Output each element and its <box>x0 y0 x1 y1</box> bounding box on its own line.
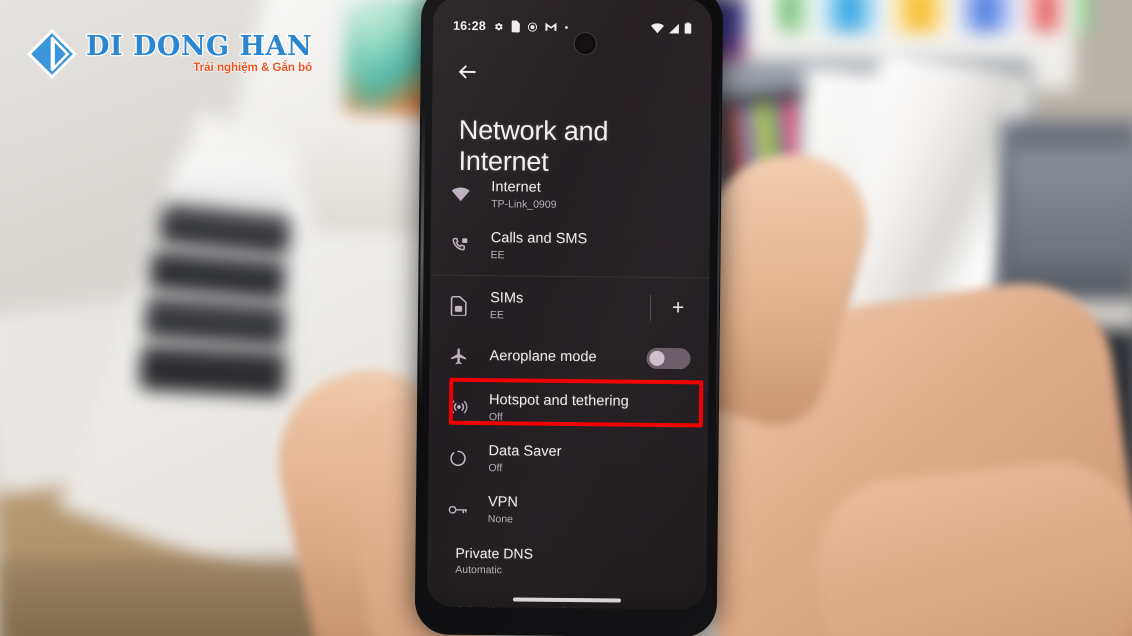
settings-list: Internet TP-Link_0909 Calls and SMS EE S… <box>427 169 711 610</box>
wifi-icon <box>650 22 664 33</box>
list-item-title: Private DNS <box>455 544 534 562</box>
list-item-subtitle: EE <box>489 308 505 321</box>
list-item-subtitle: None <box>487 512 513 525</box>
list-item-sims[interactable]: SIMs EE + <box>430 280 710 334</box>
back-button[interactable] <box>450 55 484 89</box>
list-item-title: VPN <box>487 493 519 510</box>
list-item-text: Private DNS Automatic <box>455 544 688 578</box>
key-icon <box>448 502 488 516</box>
list-item-title: Calls and SMS <box>490 229 588 247</box>
list-item-text: VPN None <box>488 494 689 528</box>
list-item-subtitle: Off <box>488 410 503 423</box>
list-item-text: Hotspot and tethering Off <box>489 392 690 426</box>
watermark-logo: DI DONG HAN Trải nghiệm & Gắn bó <box>26 28 313 80</box>
list-item-hotspot-and-tethering[interactable]: Hotspot and tethering Off <box>429 382 709 436</box>
background-phone-stack-4 <box>138 344 287 397</box>
status-bar-right <box>650 22 692 34</box>
phone-signal-icon <box>451 236 491 255</box>
data-saver-icon <box>448 449 488 468</box>
sim-card-icon <box>511 20 520 33</box>
brand-name: DI DONG HAN <box>85 31 313 63</box>
wifi-icon <box>451 187 491 202</box>
signal-icon <box>668 23 680 34</box>
phone-bezel-highlight-left <box>419 104 426 405</box>
status-bar-clock: 16:28 <box>452 18 487 34</box>
list-item-text: Calls and SMS EE <box>491 230 692 264</box>
phone-screen: 16:28 Network and Internet Internet TP-L… <box>426 0 713 610</box>
airplane-icon <box>449 347 489 366</box>
list-item-subtitle: Off <box>488 461 503 474</box>
hotspot-icon <box>449 397 489 417</box>
list-item-text: Internet TP-Link_0909 <box>491 179 692 213</box>
list-item-text: SIMs EE <box>490 290 650 324</box>
aeroplane-mode-toggle[interactable] <box>646 347 691 370</box>
phone-device: 16:28 Network and Internet Internet TP-L… <box>414 0 724 636</box>
screenshot-stage: 16:28 Network and Internet Internet TP-L… <box>0 0 1132 636</box>
list-item-title: Hotspot and tethering <box>488 391 629 410</box>
back-arrow-icon <box>459 65 476 79</box>
list-item-text: Aeroplane mode <box>489 348 646 367</box>
list-item-aeroplane-mode[interactable]: Aeroplane mode <box>429 331 709 385</box>
more-dot-icon <box>564 24 569 29</box>
list-item-internet[interactable]: Internet TP-Link_0909 <box>431 169 711 223</box>
brand-tagline: Trải nghiệm & Gắn bó <box>193 62 313 75</box>
phone-screen-surface: 16:28 Network and Internet Internet TP-L… <box>426 0 713 610</box>
list-item-vpn[interactable]: VPN None <box>428 484 708 538</box>
toggle-knob <box>649 350 665 367</box>
list-item-title: Data Saver <box>488 442 562 460</box>
list-item-subtitle: EE <box>490 248 505 261</box>
background-gray-panel-right-inner <box>1010 150 1132 270</box>
watermark-text: DI DONG HAN Trải nghiệm & Gắn bó <box>85 31 313 75</box>
list-item-subtitle: TP-Link_0909 <box>491 197 557 211</box>
background-app-icons-strip <box>780 0 1090 32</box>
list-item-title: Internet <box>491 178 541 196</box>
gmail-icon <box>545 22 557 32</box>
list-item-data-saver[interactable]: Data Saver Off <box>428 433 708 487</box>
status-bar-left: 16:28 <box>453 19 569 34</box>
list-item-calls-and-sms[interactable]: Calls and SMS EE <box>430 220 710 274</box>
gear-icon <box>493 21 504 32</box>
list-item-text: Data Saver Off <box>488 443 689 477</box>
list-divider <box>430 274 710 279</box>
sim-card-icon <box>450 295 490 316</box>
list-item-subtitle: Automatic <box>455 563 503 576</box>
diamond-logo-icon <box>27 29 77 79</box>
list-item-text: Adaptive connectivity <box>455 603 688 610</box>
list-item-title: SIMs <box>490 289 524 307</box>
list-item-title: Adaptive connectivity <box>455 603 688 610</box>
list-item-private-dns[interactable]: Private DNS Automatic <box>427 535 707 589</box>
battery-icon <box>684 22 692 34</box>
status-bar: 16:28 <box>433 15 712 40</box>
vertical-divider <box>649 294 652 321</box>
list-item-title: Aeroplane mode <box>489 348 597 366</box>
screen-record-icon <box>527 21 538 32</box>
sims-trailing-controls: + <box>649 294 691 321</box>
add-sim-button[interactable]: + <box>667 296 689 319</box>
